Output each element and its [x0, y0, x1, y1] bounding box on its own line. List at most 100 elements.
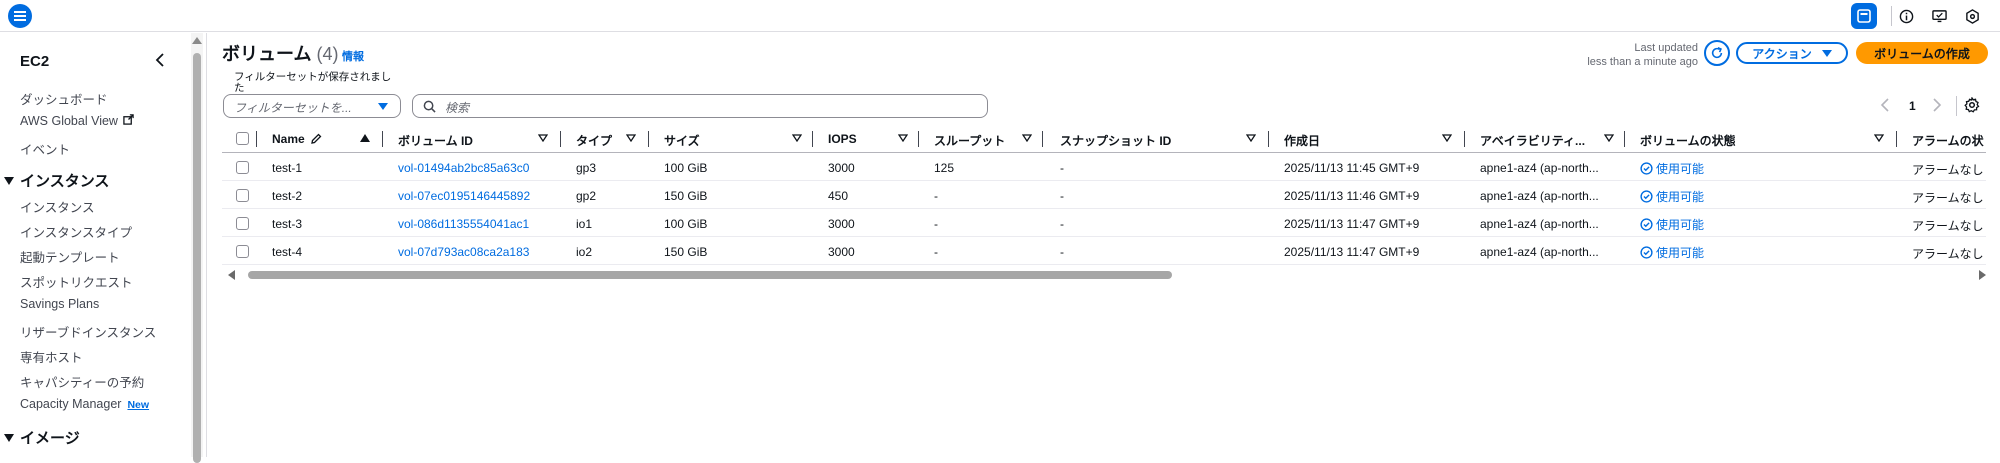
info-link[interactable]: 情報 [342, 48, 364, 64]
sidebar-item-spot-requests[interactable]: スポットリクエスト [20, 272, 133, 291]
column-header-created[interactable]: 作成日 [1284, 132, 1320, 149]
check-circle-icon [1640, 162, 1653, 175]
sort-icon[interactable] [792, 134, 802, 142]
sidebar-scroll-thumb[interactable] [193, 53, 201, 463]
column-header-size[interactable]: サイズ [664, 132, 700, 149]
sidebar-item-launch-templates[interactable]: 起動テンプレート [20, 247, 120, 266]
info-button[interactable] [1893, 3, 1919, 29]
cell-iops: 3000 [828, 161, 855, 175]
table-horizontal-scrollbar[interactable] [228, 268, 1986, 282]
horizontal-scroll-thumb[interactable] [248, 271, 1172, 279]
sidebar-item-dedicated-hosts[interactable]: 専有ホスト [20, 347, 83, 366]
top-navigation-bar [0, 0, 2000, 32]
next-page-button[interactable] [1932, 98, 1942, 117]
chevron-right-icon [1933, 98, 1942, 112]
sort-icon[interactable] [1874, 134, 1884, 142]
sidebar-item-dashboard[interactable]: ダッシュボード [20, 89, 108, 108]
cell-name: test-4 [272, 245, 303, 259]
refresh-button[interactable] [1704, 40, 1730, 66]
cell-alarm-state: アラームなし [1912, 191, 1984, 205]
row-checkbox[interactable] [236, 161, 249, 174]
chevron-left-icon [155, 53, 164, 67]
cell-created: 2025/11/13 11:45 GMT+9 [1284, 161, 1420, 175]
sidebar: EC2 ダッシュボード AWS Global View イベント インスタンス … [0, 33, 190, 457]
sidebar-item-instances[interactable]: インスタンス [20, 197, 95, 216]
cell-iops: 3000 [828, 217, 855, 231]
table-row[interactable]: test-4 vol-07d793ac08ca2a183 io2 150 GiB… [222, 238, 1986, 265]
sidebar-collapse-button[interactable] [154, 53, 166, 72]
row-checkbox[interactable] [236, 189, 249, 202]
cell-name: test-3 [272, 217, 303, 231]
sidebar-item-global-view[interactable]: AWS Global View [20, 114, 135, 128]
search-input[interactable]: 検索 [412, 94, 988, 118]
cell-name: test-2 [272, 189, 303, 203]
volume-count: (4) [316, 44, 339, 64]
select-all-checkbox[interactable] [236, 132, 249, 145]
cell-size: 150 GiB [664, 245, 708, 259]
sort-icon[interactable] [1604, 134, 1614, 142]
table-row[interactable]: test-2 vol-07ec0195146445892 gp2 150 GiB… [222, 182, 1986, 209]
scroll-up-arrow[interactable] [192, 37, 202, 44]
column-header-iops[interactable]: IOPS [828, 132, 857, 146]
column-header-volume-state[interactable]: ボリュームの状態 [1640, 132, 1736, 149]
sidebar-item-savings-plans[interactable]: Savings Plans [20, 297, 99, 311]
sort-icon[interactable] [626, 134, 636, 142]
cell-type: gp2 [576, 189, 597, 203]
column-header-alarm-state[interactable]: アラームの状 [1912, 132, 1984, 149]
cell-volume-state: 使用可能 [1640, 244, 1704, 261]
column-header-snapshot-id[interactable]: スナップショット ID [1060, 132, 1171, 149]
scroll-right-arrow[interactable] [1979, 270, 1986, 280]
check-circle-icon [1640, 246, 1653, 259]
column-header-availability-zone[interactable]: アベイラビリティ... [1480, 132, 1585, 149]
cell-volume-id-link[interactable]: vol-07ec0195146445892 [398, 189, 530, 203]
cell-volume-state: 使用可能 [1640, 216, 1704, 233]
sidebar-item-events[interactable]: イベント [20, 139, 70, 158]
sidebar-section-instances[interactable]: インスタンス [4, 170, 109, 191]
actions-dropdown-button[interactable]: アクション [1736, 42, 1848, 64]
cell-volume-id-link[interactable]: vol-07d793ac08ca2a183 [398, 245, 529, 259]
sort-icon[interactable] [1442, 134, 1452, 142]
current-page-number[interactable]: 1 [1909, 99, 1916, 113]
row-checkbox[interactable] [236, 217, 249, 230]
sidebar-scrollbar[interactable] [191, 33, 203, 463]
cell-volume-id-link[interactable]: vol-01494ab2bc85a63c0 [398, 161, 529, 175]
caret-down-icon [1821, 49, 1832, 57]
cell-volume-state: 使用可能 [1640, 188, 1704, 205]
refresh-icon [1711, 47, 1723, 59]
table-row[interactable]: test-1 vol-01494ab2bc85a63c0 gp3 100 GiB… [222, 154, 1986, 181]
row-checkbox[interactable] [236, 245, 249, 258]
cell-size: 100 GiB [664, 161, 708, 175]
create-volume-button[interactable]: ボリュームの作成 [1856, 42, 1988, 64]
sidebar-section-images[interactable]: イメージ [4, 427, 80, 448]
sidebar-item-capacity-manager[interactable]: Capacity Manager New [20, 397, 149, 411]
scroll-left-arrow[interactable] [228, 270, 235, 280]
hamburger-menu-button[interactable] [8, 4, 32, 28]
settings-nav-button[interactable] [1959, 3, 1985, 29]
cell-snapshot-id: - [1060, 245, 1064, 259]
sidebar-item-capacity-reservations[interactable]: キャパシティーの予約 [20, 372, 144, 391]
feedback-button[interactable] [1926, 3, 1952, 29]
sidebar-item-instance-types[interactable]: インスタンスタイプ [20, 222, 132, 241]
filter-set-caption: フィルターセットが保存されました [234, 71, 392, 94]
cell-iops: 450 [828, 189, 849, 203]
column-header-name[interactable]: Name [272, 132, 305, 146]
sort-icon[interactable] [1022, 134, 1032, 142]
column-header-type[interactable]: タイプ [576, 132, 612, 149]
panel-toggle-button[interactable] [1851, 3, 1877, 29]
sidebar-item-reserved-instances[interactable]: リザーブドインスタンス [20, 322, 156, 341]
cell-volume-id-link[interactable]: vol-086d1135554041ac1 [398, 217, 529, 231]
filter-set-select[interactable]: フィルターセットを... [223, 94, 401, 118]
table-row[interactable]: test-3 vol-086d1135554041ac1 io1 100 GiB… [222, 210, 1986, 237]
column-header-throughput[interactable]: スループット [934, 132, 1005, 149]
cell-snapshot-id: - [1060, 161, 1064, 175]
sort-icon[interactable] [538, 134, 548, 142]
cell-size: 100 GiB [664, 217, 708, 231]
sort-icon[interactable] [1246, 134, 1256, 142]
sort-ascending-icon[interactable] [360, 134, 370, 142]
table-preferences-button[interactable] [1964, 96, 1980, 118]
chevron-left-icon [1880, 98, 1889, 112]
sort-icon[interactable] [898, 134, 908, 142]
previous-page-button[interactable] [1880, 98, 1890, 117]
column-header-volume-id[interactable]: ボリューム ID [398, 132, 473, 149]
edit-pencil-icon [311, 133, 322, 144]
